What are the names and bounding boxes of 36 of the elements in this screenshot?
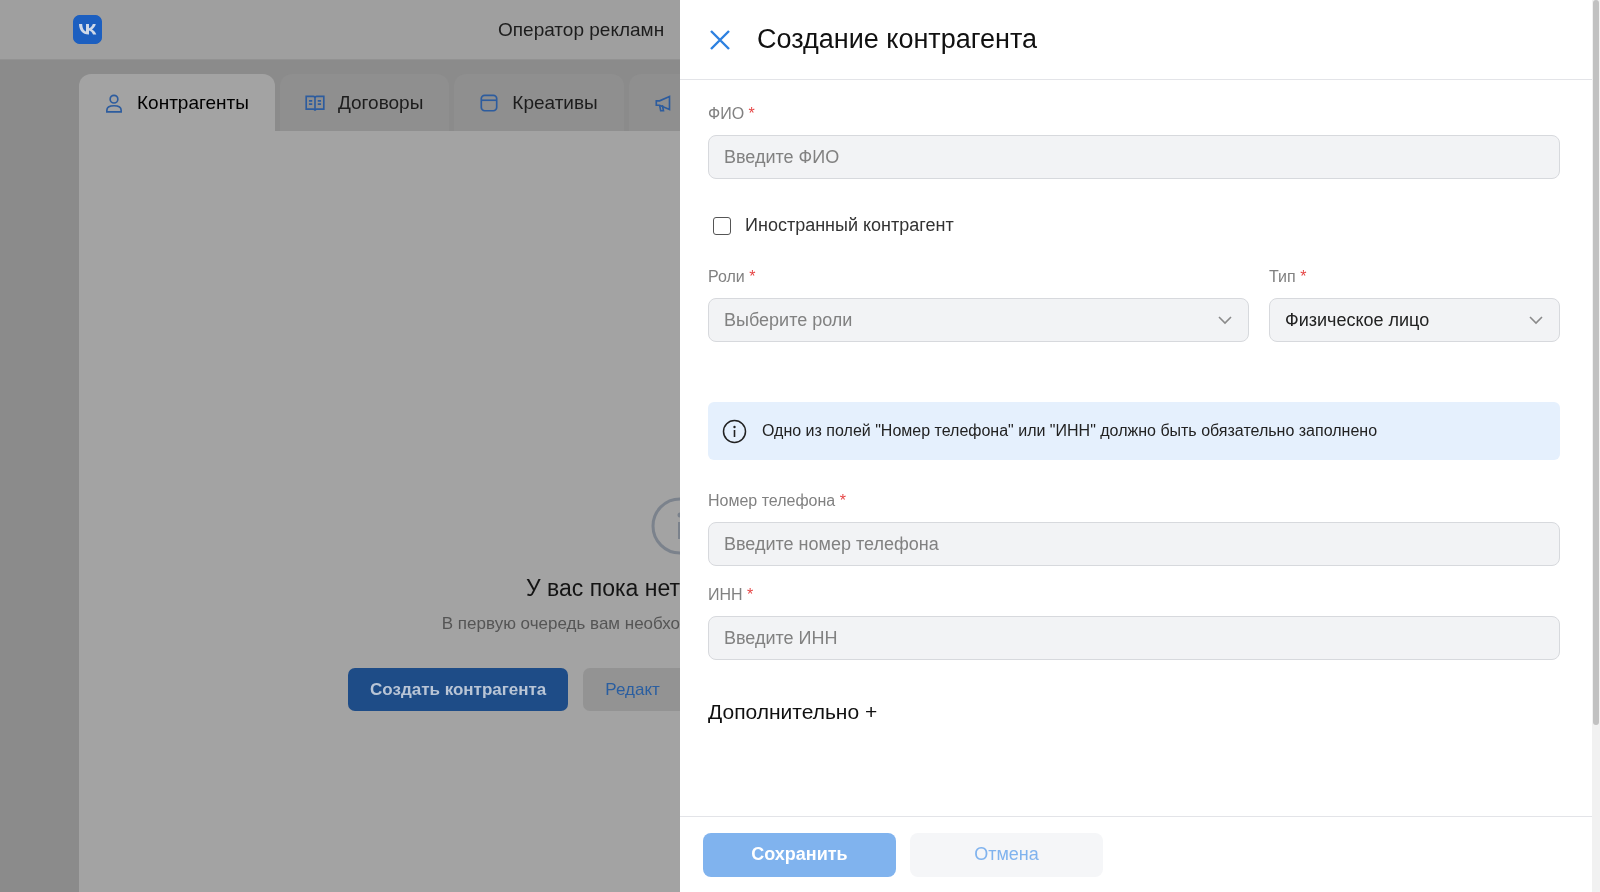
vk-logo[interactable] (73, 15, 102, 44)
checkbox[interactable] (713, 216, 731, 235)
field-label: ИНН (708, 586, 743, 603)
field-label: Номер телефона (708, 492, 836, 509)
dropdown[interactable]: Физическое лицо (1269, 298, 1560, 342)
required-mark: * (747, 586, 754, 603)
input-field[interactable]: Введите ФИО (708, 135, 1560, 179)
tab[interactable]: Договоры (279, 74, 450, 131)
tab[interactable]: Контрагенты (79, 74, 275, 131)
header-title: Оператор рекламн (498, 18, 665, 41)
empty-state-title: У вас пока нет (526, 575, 680, 602)
checkbox-label: Иностранный контрагент (745, 215, 954, 236)
empty-state-subtitle: В первую очередь вам необхо (441, 614, 680, 634)
field-label: Роли (708, 268, 745, 285)
drawer-title: Создание контрагента (757, 24, 1037, 55)
field-label: ФИО (708, 105, 745, 122)
required-mark: * (749, 268, 756, 285)
dropdown[interactable]: Выберите роли (708, 298, 1249, 342)
required-mark: * (1300, 268, 1307, 285)
close-icon (708, 27, 732, 52)
create-button[interactable]: Создать контрагента (348, 668, 569, 711)
expand-link[interactable]: Дополнительно + (708, 700, 878, 724)
chevron-down-icon (1528, 315, 1544, 325)
required-mark: * (748, 105, 755, 122)
required-mark: * (839, 492, 846, 509)
input-field[interactable]: Введите номер телефона (708, 522, 1560, 566)
input-field[interactable]: Введите ИНН (708, 616, 1560, 660)
scrollbar[interactable] (1592, 0, 1600, 892)
info-text: Одно из полей "Номер телефона" или "ИНН" должно быть обязательно заполнено (762, 422, 1378, 440)
window-icon (478, 91, 501, 114)
close-button[interactable] (708, 27, 732, 52)
tab[interactable]: Креативы (454, 74, 624, 131)
info-icon (722, 418, 747, 444)
chevron-down-icon (1217, 315, 1233, 325)
field-label: Тип (1269, 268, 1296, 285)
scrollbar-thumb[interactable] (1593, 0, 1599, 725)
